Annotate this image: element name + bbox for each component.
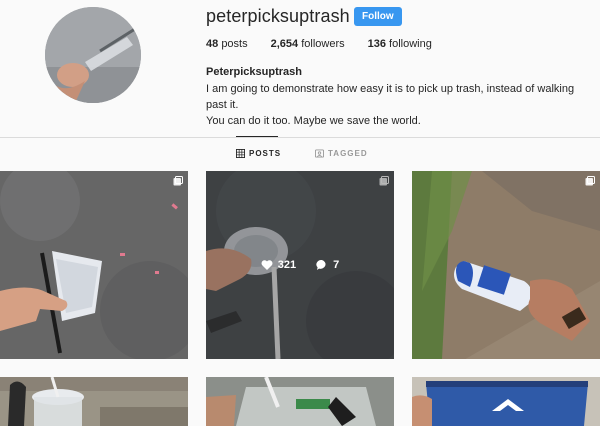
- profile-full-name: Peterpicksuptrash: [206, 66, 302, 78]
- grid-icon: [236, 149, 245, 158]
- post-thumbnail[interactable]: 321 7: [206, 171, 394, 359]
- followers-stat[interactable]: 2,654 followers: [271, 38, 345, 50]
- following-label: following: [389, 38, 432, 50]
- comments-count: 7: [333, 259, 340, 271]
- following-count: 136: [367, 38, 386, 50]
- post-thumbnail[interactable]: [412, 171, 600, 359]
- post-thumbnail[interactable]: [0, 171, 188, 359]
- profile-avatar[interactable]: [45, 7, 141, 103]
- carousel-icon: [173, 176, 183, 186]
- posts-label: posts: [221, 38, 248, 50]
- likes-count-item: 321: [261, 259, 296, 271]
- followers-count: 2,654: [270, 38, 299, 50]
- followers-label: followers: [301, 38, 345, 50]
- heart-icon: [261, 260, 273, 270]
- profile-username: peterpicksuptrash: [206, 6, 350, 26]
- tab-tagged-label: TAGGED: [328, 149, 368, 158]
- posts-stat: 48 posts: [206, 38, 248, 50]
- post-thumbnail[interactable]: [0, 377, 188, 426]
- tab-posts-label: POSTS: [249, 149, 282, 158]
- active-tab-indicator: [236, 136, 278, 137]
- comment-icon: [316, 259, 326, 270]
- profile-stats: 48 posts 2,654 followers 136 following: [206, 38, 455, 50]
- posts-count: 48: [206, 38, 219, 50]
- profile-bio: I am going to demonstrate how easy it is…: [206, 81, 596, 129]
- tag-icon: [315, 149, 324, 158]
- tabs-divider: [0, 137, 600, 138]
- follow-button[interactable]: Follow: [354, 7, 402, 26]
- bio-line-2: You can do it too. Maybe we save the wor…: [206, 115, 421, 127]
- tab-posts[interactable]: POSTS: [236, 149, 281, 158]
- tab-tagged[interactable]: TAGGED: [315, 149, 368, 158]
- post-hover-overlay: 321 7: [206, 171, 394, 359]
- post-thumbnail[interactable]: [412, 377, 600, 426]
- following-stat[interactable]: 136 following: [368, 38, 432, 50]
- bio-line-1: I am going to demonstrate how easy it is…: [206, 83, 575, 111]
- likes-count: 321: [277, 259, 297, 271]
- post-thumbnail[interactable]: [206, 377, 394, 426]
- comments-count-item: 7: [316, 259, 339, 271]
- carousel-icon: [585, 176, 595, 186]
